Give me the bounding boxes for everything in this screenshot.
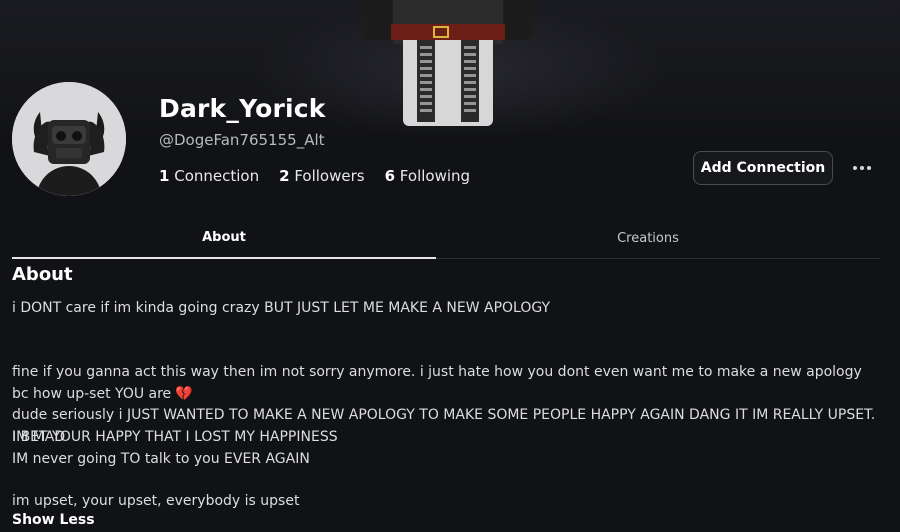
dot [853,166,857,170]
about-text-line: fine if you ganna act this way then im n… [12,364,862,402]
about-text-line: im upset, your upset, everybody is upset [12,493,300,509]
about-text-line: I BET YOUR HAPPY THAT I LOST MY HAPPINES… [12,429,338,445]
profile-stats: 1 Connection 2 Followers 6 Following [159,167,470,185]
avatar-belt-buckle [433,26,449,38]
stat-label: Connection [174,167,260,185]
broken-heart-icon: 💔 [175,386,193,402]
dot [867,166,871,170]
stat-count: 2 [279,167,290,185]
stat-label: Followers [294,167,365,185]
about-text-paragraph: fine if you ganna act this way then im n… [12,361,882,405]
avatar-runes [464,46,476,116]
stat-following[interactable]: 6 Following [385,167,470,185]
username: @DogeFan765155_Alt [159,131,325,149]
about-text-line: IM never going TO talk to you EVER AGAIN [12,451,310,467]
stat-followers[interactable]: 2 Followers [279,167,364,185]
profile-tabs: About Creations [12,218,880,259]
avatar-body-image [363,0,533,128]
avatar-runes [420,46,432,116]
stat-connections[interactable]: 1 Connection [159,167,259,185]
tab-creations[interactable]: Creations [436,218,860,258]
about-text-line: i DONT care if im kinda going crazy BUT … [12,300,551,316]
stat-label: Following [399,167,471,185]
display-name: Dark_Yorick [159,94,326,123]
about-heading: About [12,264,73,285]
profile-banner [0,0,900,140]
show-less-link[interactable]: Show Less [12,512,95,528]
stat-count: 6 [384,167,396,185]
more-horizontal-icon[interactable] [848,156,876,180]
add-connection-button[interactable]: Add Connection [693,151,833,185]
tab-about[interactable]: About [12,218,436,259]
skull-helmet-icon [12,82,126,196]
stat-count: 1 [159,167,170,185]
dot [860,166,864,170]
avatar[interactable] [12,82,126,196]
